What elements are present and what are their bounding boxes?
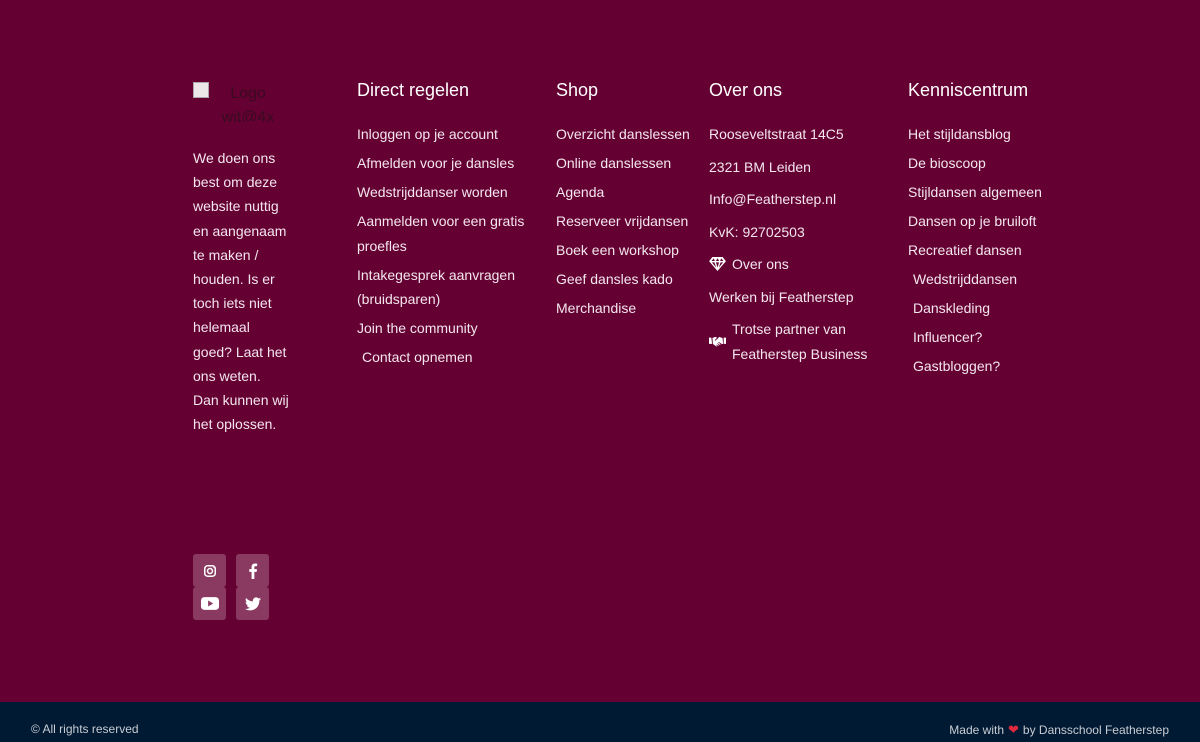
footer-about-column: Logo wit@4x We doen ons best om deze web…	[193, 82, 289, 436]
link-join-community[interactable]: Join the community	[357, 316, 547, 341]
link-stijldansblog[interactable]: Het stijldansblog	[908, 122, 1048, 147]
link-overzicht-danslessen[interactable]: Overzicht danslessen	[556, 122, 696, 147]
made-with-suffix[interactable]: by Dansschool Featherstep	[1023, 723, 1169, 737]
footer-logo[interactable]: Logo wit@4x	[193, 82, 273, 122]
footer-column-shop: Shop Overzicht danslessen Online dansles…	[556, 80, 696, 325]
made-with-prefix: Made with	[949, 723, 1004, 737]
over-ons-label: Over ons	[732, 256, 789, 272]
column-title-kenniscentrum: Kenniscentrum	[908, 80, 1029, 100]
link-afmelden[interactable]: Afmelden voor je dansles	[357, 151, 547, 176]
column-title-direct-regelen: Direct regelen	[357, 80, 470, 100]
link-stijldansen-algemeen[interactable]: Stijldansen algemeen	[908, 180, 1048, 205]
link-influencer[interactable]: Influencer?	[908, 325, 1048, 350]
link-partner-business[interactable]: Trotse partner van Featherstep Business	[709, 317, 889, 366]
footer-column-over-ons: Over ons Rooseveltstraat 14C5 2321 BM Le…	[709, 80, 889, 371]
link-contact-opnemen[interactable]: Contact opnemen	[357, 345, 547, 370]
footer-column-direct-regelen: Direct regelen Inloggen op je account Af…	[357, 80, 547, 374]
column-title-over-ons: Over ons	[709, 80, 783, 100]
address-street: Rooseveltstraat 14C5	[709, 126, 844, 142]
facebook-button[interactable]	[236, 554, 269, 587]
link-danskleding[interactable]: Danskleding	[908, 296, 1048, 321]
heart-icon: ❤	[1008, 722, 1019, 737]
address-postcode: 2321 BM Leiden	[709, 158, 811, 175]
link-wedstrijddansen[interactable]: Wedstrijddansen	[908, 267, 1048, 292]
about-text: We doen ons best om deze website nuttig …	[193, 150, 289, 433]
link-bioscoop[interactable]: De bioscoop	[908, 151, 1048, 176]
link-gastbloggen[interactable]: Gastbloggen?	[908, 354, 1048, 379]
twitter-icon	[244, 596, 261, 610]
twitter-button[interactable]	[236, 587, 269, 620]
link-merchandise[interactable]: Merchandise	[556, 296, 696, 321]
link-werken-bij[interactable]: Werken bij Featherstep	[709, 285, 889, 310]
link-gratis-proefles[interactable]: Aanmelden voor een gratis proefles	[357, 209, 547, 258]
youtube-icon	[200, 597, 219, 610]
link-over-ons[interactable]: Over ons	[709, 252, 889, 277]
link-inloggen[interactable]: Inloggen op je account	[357, 122, 547, 147]
link-boek-workshop[interactable]: Boek een workshop	[556, 238, 696, 263]
logo-alt-text: Logo wit@4x	[221, 85, 273, 122]
link-agenda[interactable]: Agenda	[556, 180, 696, 205]
kvk-number: KvK: 92702503	[709, 223, 805, 240]
instagram-icon	[203, 564, 216, 577]
footer-column-kenniscentrum: Kenniscentrum Het stijldansblog De biosc…	[908, 80, 1048, 383]
footer-main: Logo wit@4x We doen ons best om deze web…	[0, 0, 1200, 702]
handshake-icon	[709, 335, 726, 348]
link-dansles-kado[interactable]: Geef dansles kado	[556, 267, 696, 292]
partner-label: Trotse partner van Featherstep Business	[732, 321, 868, 362]
link-recreatief-dansen[interactable]: Recreatief dansen	[908, 238, 1048, 263]
youtube-button[interactable]	[193, 587, 226, 620]
link-wedstrijddanser-worden[interactable]: Wedstrijddanser worden	[357, 180, 547, 205]
link-intakegesprek[interactable]: Intakegesprek aanvragen (bruidsparen)	[357, 263, 547, 312]
broken-image-icon	[193, 82, 209, 98]
diamond-icon	[709, 257, 726, 272]
copyright-text: © All rights reserved	[31, 722, 139, 736]
link-email[interactable]: Info@Featherstep.nl	[709, 187, 889, 212]
link-dansen-bruiloft[interactable]: Dansen op je bruiloft	[908, 209, 1048, 234]
bottom-bar: © All rights reserved Made with ❤ by Dan…	[0, 702, 1200, 742]
column-title-shop: Shop	[556, 80, 599, 100]
facebook-icon	[248, 562, 257, 579]
link-online-danslessen[interactable]: Online danslessen	[556, 151, 696, 176]
made-with-text: Made with ❤ by Dansschool Featherstep	[949, 722, 1169, 738]
instagram-button[interactable]	[193, 554, 226, 587]
link-reserveer-vrijdansen[interactable]: Reserveer vrijdansen	[556, 209, 696, 234]
